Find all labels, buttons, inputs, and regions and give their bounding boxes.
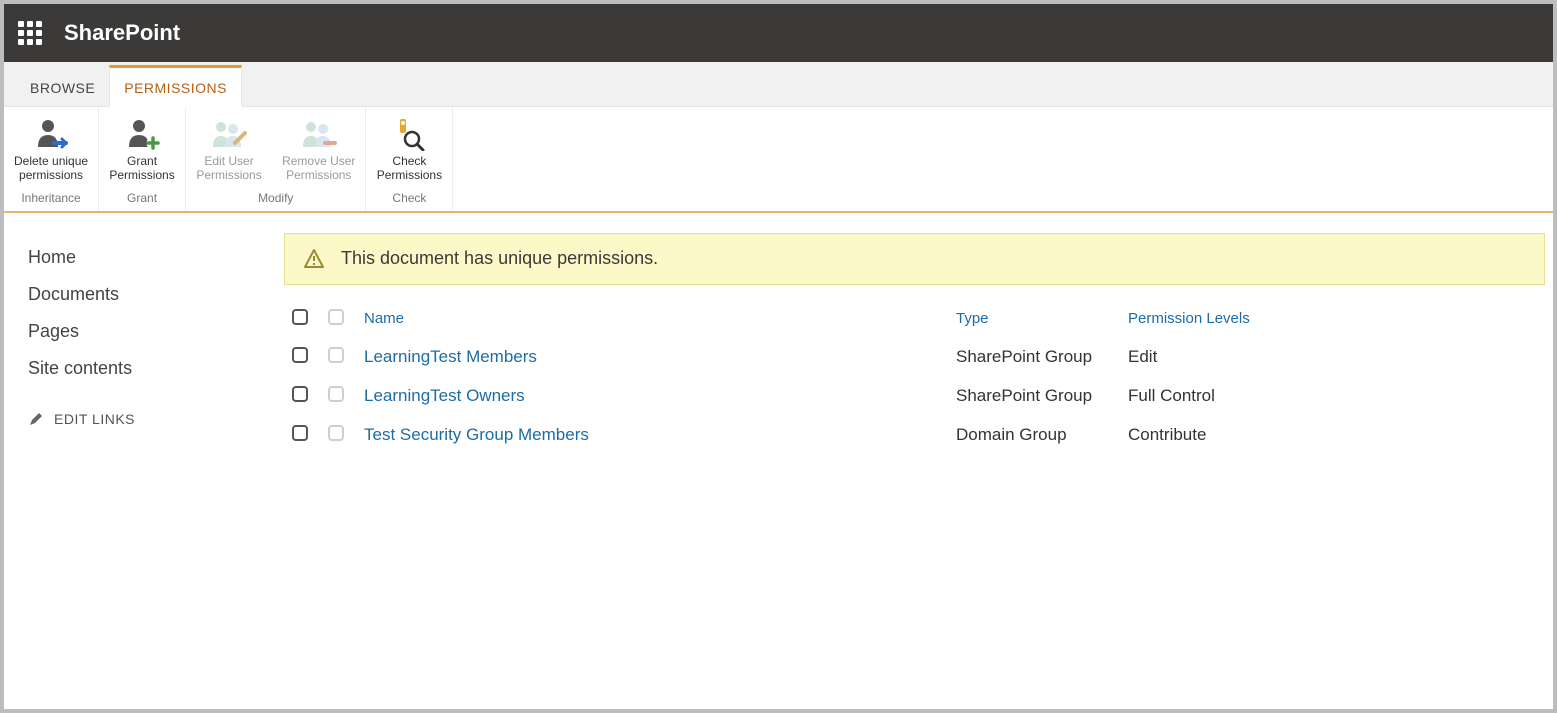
check-permissions-button[interactable]: Check Permissions xyxy=(366,111,452,187)
ribbon-btn-label: Permissions xyxy=(109,169,174,183)
ribbon-group-modify: Edit User Permissions Remove User Permis… xyxy=(186,107,366,211)
nav-pages[interactable]: Pages xyxy=(28,313,270,350)
table-row: LearningTest Owners SharePoint Group Ful… xyxy=(286,380,1543,417)
nav-documents[interactable]: Documents xyxy=(28,276,270,313)
ribbon-btn-label: Delete unique xyxy=(14,155,88,169)
col-header-name[interactable]: Name xyxy=(364,310,404,327)
table-header-row: Name Type Permission Levels xyxy=(286,301,1543,339)
key-search-icon xyxy=(390,117,428,151)
main-content: This document has unique permissions. Na… xyxy=(284,221,1553,466)
row-checkbox[interactable] xyxy=(292,425,308,441)
ribbon-btn-label: Grant xyxy=(127,155,157,169)
ribbon-group-grant: Grant Permissions Grant xyxy=(99,107,186,211)
principal-type: SharePoint Group xyxy=(950,341,1120,378)
row-checkbox[interactable] xyxy=(292,386,308,402)
app-launcher-icon[interactable] xyxy=(18,21,42,45)
quick-launch: Home Documents Pages Site contents EDIT … xyxy=(4,221,284,466)
ribbon-btn-label: Edit User xyxy=(204,155,253,169)
edit-user-permissions-button: Edit User Permissions xyxy=(186,111,272,187)
ribbon-group-label: Grant xyxy=(99,187,185,211)
ribbon-group-label: Modify xyxy=(186,187,365,211)
user-remove-icon xyxy=(299,117,339,151)
col-header-permission-levels[interactable]: Permission Levels xyxy=(1128,310,1250,327)
remove-user-permissions-button: Remove User Permissions xyxy=(272,111,365,187)
ribbon: Delete unique permissions Inheritance Gr… xyxy=(4,106,1553,213)
nav-home[interactable]: Home xyxy=(28,239,270,276)
content-area: Home Documents Pages Site contents EDIT … xyxy=(4,213,1553,466)
row-secondary-checkbox[interactable] xyxy=(328,347,344,363)
ribbon-group-inheritance: Delete unique permissions Inheritance xyxy=(4,107,99,211)
principal-type: SharePoint Group xyxy=(950,380,1120,417)
ribbon-btn-label: Permissions xyxy=(286,169,351,183)
permission-level: Edit xyxy=(1122,341,1543,378)
table-row: LearningTest Members SharePoint Group Ed… xyxy=(286,341,1543,378)
ribbon-group-check: Check Permissions Check xyxy=(366,107,453,211)
edit-links-label: EDIT LINKS xyxy=(54,411,135,427)
principal-type: Domain Group xyxy=(950,419,1120,456)
delete-unique-permissions-button[interactable]: Delete unique permissions xyxy=(4,111,98,187)
row-secondary-checkbox[interactable] xyxy=(328,425,344,441)
row-secondary-checkbox[interactable] xyxy=(328,386,344,402)
user-add-icon xyxy=(123,117,161,151)
ribbon-btn-label: Remove User xyxy=(282,155,355,169)
principal-link[interactable]: LearningTest Owners xyxy=(364,386,525,405)
permission-level: Contribute xyxy=(1122,419,1543,456)
ribbon-btn-label: permissions xyxy=(19,169,83,183)
pencil-icon xyxy=(28,411,44,427)
permissions-table: Name Type Permission Levels LearningTest… xyxy=(284,299,1545,458)
table-row: Test Security Group Members Domain Group… xyxy=(286,419,1543,456)
nav-site-contents[interactable]: Site contents xyxy=(28,350,270,387)
row-checkbox[interactable] xyxy=(292,347,308,363)
principal-link[interactable]: Test Security Group Members xyxy=(364,425,589,444)
suite-bar: SharePoint xyxy=(4,4,1553,62)
principal-link[interactable]: LearningTest Members xyxy=(364,347,537,366)
ribbon-btn-label: Check xyxy=(392,155,426,169)
app-title: SharePoint xyxy=(64,20,180,46)
select-all-checkbox[interactable] xyxy=(292,309,308,325)
permissions-notice: This document has unique permissions. xyxy=(284,233,1545,285)
warning-icon xyxy=(303,248,325,270)
user-edit-icon xyxy=(209,117,249,151)
permission-level: Full Control xyxy=(1122,380,1543,417)
ribbon-btn-label: Permissions xyxy=(377,169,442,183)
notice-text: This document has unique permissions. xyxy=(341,248,658,269)
tab-permissions[interactable]: PERMISSIONS xyxy=(109,65,242,107)
ribbon-group-label: Check xyxy=(366,187,452,211)
user-delete-icon xyxy=(32,117,70,151)
ribbon-group-label: Inheritance xyxy=(4,187,98,211)
ribbon-btn-label: Permissions xyxy=(196,169,261,183)
ribbon-tabs: BROWSE PERMISSIONS xyxy=(4,62,1553,106)
tab-browse[interactable]: BROWSE xyxy=(16,68,109,106)
grant-permissions-button[interactable]: Grant Permissions xyxy=(99,111,185,187)
edit-links-button[interactable]: EDIT LINKS xyxy=(28,387,270,427)
attachment-header-icon xyxy=(328,309,344,325)
col-header-type[interactable]: Type xyxy=(956,310,989,327)
